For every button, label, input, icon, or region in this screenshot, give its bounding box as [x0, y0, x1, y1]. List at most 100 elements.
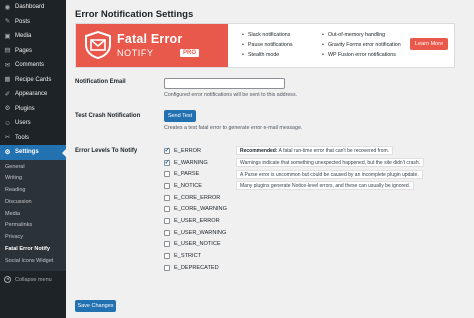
sidebar-item-label: Posts — [15, 18, 31, 25]
error-level-name: E_USER_WARNING — [174, 229, 227, 236]
note-text: Many plugins generate Notice-level error… — [240, 183, 411, 190]
send-test-button[interactable]: Send Test — [164, 110, 196, 122]
checkbox-e-core-warning[interactable] — [164, 206, 170, 213]
sidebar-item-label: Dashboard — [15, 4, 45, 11]
sidebar-item-tools[interactable]: ✂ Tools — [0, 131, 66, 146]
feature-item: Gravity Forms error notification — [322, 40, 401, 50]
settings-submenu: General Writing Reading Discussion Media Perm… — [0, 159, 66, 271]
checkbox-e-error[interactable] — [164, 146, 170, 154]
media-icon: ▣ — [4, 32, 11, 40]
admin-sidebar: ◉ Dashboard ✎ Posts ▣ Media ▤ Pages ✉ Comments ▦ Re… — [0, 0, 66, 318]
email-description: Configured error notifications will be s… — [164, 92, 298, 98]
checkbox-e-core-error[interactable] — [164, 194, 170, 201]
error-level-name: E_NOTICE — [174, 182, 202, 189]
error-level-note: Many plugins generate Notice-level error… — [236, 181, 415, 191]
checkbox-e-user-error[interactable] — [164, 217, 170, 224]
error-level-name: E_CORE_WARNING — [174, 206, 227, 213]
checkbox-e-deprecated[interactable] — [164, 264, 170, 271]
email-label: Notification Email — [75, 79, 126, 85]
checkbox-e-strict[interactable] — [164, 253, 170, 260]
save-changes-button[interactable]: Save Changes — [75, 300, 116, 312]
error-level-row: E_USER_ERROR — [164, 215, 424, 227]
note-emphasis: Recommended: — [240, 148, 278, 155]
sidebar-item-dashboard[interactable]: ◉ Dashboard — [0, 0, 66, 15]
feature-item: WP Fusion error notifications — [322, 50, 401, 60]
collapse-menu-button[interactable]: ◂ Collapse menu — [0, 273, 66, 287]
sidebar-item-label: Recipe Cards — [15, 76, 52, 83]
error-level-row: E_USER_WARNING — [164, 227, 424, 239]
pro-badge: PRO — [180, 49, 200, 57]
checkbox-e-parse[interactable] — [164, 171, 170, 178]
error-level-note: A Parse error is uncommon but could be c… — [236, 169, 423, 179]
note-text: Warnings indicate that something unexpec… — [240, 160, 421, 167]
collapse-icon: ◂ — [4, 276, 11, 284]
brush-icon: ✐ — [4, 90, 11, 98]
sidebar-item-label: Comments — [15, 62, 45, 69]
note-text: A fatal run-time error that can't be rec… — [277, 148, 390, 155]
error-level-name: E_PARSE — [174, 171, 200, 178]
sidebar-item-posts[interactable]: ✎ Posts — [0, 15, 66, 30]
brand-name-line2: NOTIFY — [117, 48, 154, 58]
recipe-icon: ▦ — [4, 76, 11, 84]
sidebar-item-label: Users — [15, 120, 31, 127]
error-level-row: E_CORE_ERROR — [164, 192, 424, 204]
sidebar-item-users[interactable]: ☺ Users — [0, 116, 66, 131]
error-level-name: E_WARNING — [174, 159, 208, 166]
learn-more-button[interactable]: Learn More — [410, 38, 449, 50]
sidebar-item-label: Plugins — [15, 105, 35, 112]
sidebar-item-label: Settings — [15, 149, 39, 156]
error-level-row: E_PARSE A Parse error is uncommon but cou… — [164, 168, 424, 180]
sidebar-item-settings[interactable]: ⚙ Settings — [0, 145, 66, 160]
main-content: Error Notification Settings Fatal Error … — [66, 0, 474, 318]
sidebar-item-appearance[interactable]: ✐ Appearance — [0, 87, 66, 102]
dashboard-icon: ◉ — [4, 3, 11, 11]
error-level-name: E_DEPRECATED — [174, 264, 219, 271]
error-level-name: E_USER_ERROR — [174, 217, 220, 224]
sidebar-item-plugins[interactable]: ⚙ Plugins — [0, 102, 66, 117]
error-level-row: E_WARNING Warnings indicate that somethin… — [164, 157, 425, 169]
checkbox-e-user-notice[interactable] — [164, 241, 170, 248]
submenu-item-reading[interactable]: Reading — [0, 185, 66, 197]
sidebar-item-media[interactable]: ▣ Media — [0, 29, 66, 44]
feature-item: Out-of-memory handling — [322, 30, 401, 40]
sidebar-item-comments[interactable]: ✉ Comments — [0, 58, 66, 73]
error-level-name: E_CORE_ERROR — [174, 194, 221, 201]
error-level-name: E_ERROR — [174, 147, 202, 154]
submenu-item-writing[interactable]: Writing — [0, 173, 66, 185]
submenu-item-privacy[interactable]: Privacy — [0, 232, 66, 244]
collapse-menu-label: Collapse menu — [15, 276, 52, 283]
notification-email-input[interactable] — [164, 78, 285, 89]
sidebar-item-recipe-cards[interactable]: ▦ Recipe Cards — [0, 73, 66, 88]
error-level-note: Recommended: A fatal run-time error that… — [236, 146, 394, 156]
sidebar-item-label: Appearance — [15, 91, 48, 98]
page-icon: ▤ — [4, 47, 11, 55]
sidebar-item-label: Pages — [15, 47, 33, 54]
note-text: A Parse error is uncommon but could be c… — [240, 171, 419, 178]
test-crash-label: Test Crash Notification — [75, 113, 141, 119]
checkbox-e-warning[interactable] — [164, 158, 170, 166]
submenu-item-social-icons-widget[interactable]: Social Icons Widget — [0, 256, 66, 268]
plugin-icon: ⚙ — [4, 105, 11, 113]
sidebar-item-pages[interactable]: ▤ Pages — [0, 44, 66, 59]
feature-list-1: Slack notificationsPause notificationsSt… — [242, 30, 292, 60]
error-level-row: E_NOTICE Many plugins generate Notice-lev… — [164, 180, 424, 192]
user-icon: ☺ — [4, 119, 11, 127]
pro-upsell-banner: Fatal Error NOTIFY PRO Slack notificatio… — [75, 23, 455, 68]
shield-envelope-icon — [85, 31, 111, 59]
submenu-item-media[interactable]: Media — [0, 209, 66, 221]
error-level-row: E_USER_NOTICE — [164, 239, 424, 251]
pin-icon: ✎ — [4, 18, 11, 26]
wrench-icon: ✂ — [4, 134, 11, 142]
checkbox-e-notice[interactable] — [164, 182, 170, 189]
error-level-row: E_STRICT — [164, 250, 424, 262]
error-level-row: E_DEPRECATED — [164, 262, 424, 274]
checkbox-e-user-warning[interactable] — [164, 229, 170, 236]
error-level-row: E_ERROR Recommended: A fatal run-time err… — [164, 145, 424, 157]
error-level-name: E_STRICT — [174, 253, 202, 260]
banner-brand-panel: Fatal Error NOTIFY PRO — [76, 24, 228, 67]
submenu-item-discussion[interactable]: Discussion — [0, 197, 66, 209]
page-title: Error Notification Settings — [75, 9, 194, 20]
submenu-item-general[interactable]: General — [0, 162, 66, 174]
submenu-item-permalinks[interactable]: Permalinks — [0, 220, 66, 232]
submenu-item-fatal-error-notify[interactable]: Fatal Error Notify — [0, 244, 66, 256]
